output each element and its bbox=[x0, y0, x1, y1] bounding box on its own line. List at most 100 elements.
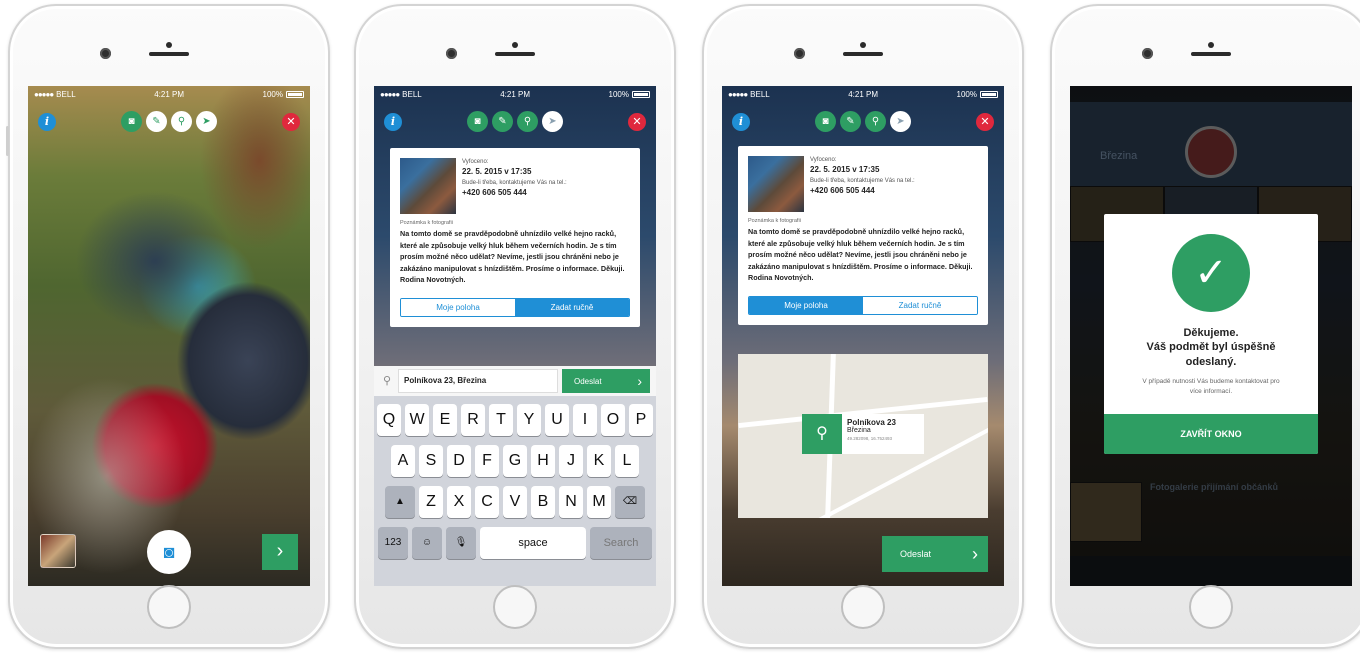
signal-icon: ●●●●● bbox=[728, 89, 748, 99]
clock: 4:21 PM bbox=[154, 89, 185, 99]
key[interactable]: X bbox=[447, 486, 471, 518]
front-camera bbox=[860, 42, 866, 48]
key[interactable]: F bbox=[475, 445, 499, 477]
signal-icon: ●●●●● bbox=[34, 89, 54, 99]
report-photo-thumbnail bbox=[400, 158, 456, 214]
report-card: Vyfoceno: 22. 5. 2015 v 17:35 Bude-li tř… bbox=[390, 148, 640, 327]
home-button[interactable] bbox=[841, 585, 885, 629]
camera-lens bbox=[446, 48, 457, 59]
close-button[interactable]: ✕ bbox=[976, 113, 994, 131]
key[interactable]: V bbox=[503, 486, 527, 518]
clock: 4:21 PM bbox=[848, 89, 879, 99]
speaker bbox=[1191, 52, 1231, 56]
close-button[interactable]: ✕ bbox=[282, 113, 300, 131]
my-location-option[interactable]: Moje poloha bbox=[401, 298, 515, 316]
manual-location-option[interactable]: Zadat ručně bbox=[863, 296, 977, 314]
send-step-icon[interactable]: ➤ bbox=[890, 111, 911, 132]
sent-date: 22. 5. 2015 v 17:35 bbox=[810, 165, 880, 175]
key[interactable]: U bbox=[545, 404, 569, 436]
volume-button bbox=[6, 126, 9, 156]
info-button[interactable]: i bbox=[732, 113, 750, 131]
next-button[interactable]: › bbox=[262, 534, 298, 570]
report-meta: Vyfoceno: 22. 5. 2015 v 17:35 Bude-li tř… bbox=[462, 158, 567, 214]
manual-location-option[interactable]: Zadat ručně bbox=[515, 298, 629, 316]
location-step-icon[interactable]: ⚲ bbox=[517, 111, 538, 132]
key[interactable]: Z bbox=[419, 486, 443, 518]
home-button[interactable] bbox=[147, 585, 191, 629]
phone-4: Březina Fotogalerie přijímání občánků ✓ … bbox=[1050, 4, 1360, 649]
photo-preview bbox=[28, 86, 310, 586]
key[interactable]: I bbox=[573, 404, 597, 436]
edit-step-icon[interactable]: ✎ bbox=[146, 111, 167, 132]
key[interactable]: K bbox=[587, 445, 611, 477]
key[interactable]: B bbox=[531, 486, 555, 518]
key[interactable]: G bbox=[503, 445, 527, 477]
location-step-icon[interactable]: ⚲ bbox=[171, 111, 192, 132]
shift-key[interactable]: ▲ bbox=[385, 486, 415, 518]
camera-lens bbox=[794, 48, 805, 59]
close-button[interactable]: ✕ bbox=[628, 113, 646, 131]
key[interactable]: Y bbox=[517, 404, 541, 436]
edit-step-icon[interactable]: ✎ bbox=[840, 111, 861, 132]
thanks-line-2: Váš podmět byl úspěšně bbox=[1146, 341, 1276, 354]
edit-step-icon[interactable]: ✎ bbox=[492, 111, 513, 132]
emoji-key[interactable]: ☺ bbox=[412, 527, 442, 559]
key[interactable]: C bbox=[475, 486, 499, 518]
space-key[interactable]: space bbox=[480, 527, 586, 559]
key[interactable]: A bbox=[391, 445, 415, 477]
camera-step-icon[interactable]: ◙ bbox=[467, 111, 488, 132]
key[interactable]: N bbox=[559, 486, 583, 518]
key[interactable]: H bbox=[531, 445, 555, 477]
camera-step-icon[interactable]: ◙ bbox=[121, 111, 142, 132]
toolbar: i ◙ ✎ ⚲ ➤ ✕ bbox=[374, 111, 656, 133]
front-camera bbox=[1208, 42, 1214, 48]
keyboard-row-1: Q W E R T Y U I O P bbox=[377, 404, 653, 436]
thanks-line-1: Děkujeme. bbox=[1183, 327, 1239, 339]
send-step-icon[interactable]: ➤ bbox=[542, 111, 563, 132]
microphone-key[interactable]: 🎙 bbox=[446, 527, 476, 559]
home-button[interactable] bbox=[493, 585, 537, 629]
close-window-button[interactable]: ZAVŘÍT OKNO bbox=[1104, 414, 1318, 455]
speaker bbox=[843, 52, 883, 56]
sent-label: Vyfoceno: bbox=[810, 157, 837, 163]
gallery-thumbnail[interactable] bbox=[40, 534, 76, 568]
backspace-key[interactable]: ⌫ bbox=[615, 486, 645, 518]
my-location-option[interactable]: Moje poloha bbox=[749, 296, 863, 314]
key[interactable]: O bbox=[601, 404, 625, 436]
info-button[interactable]: i bbox=[38, 113, 56, 131]
key[interactable]: Q bbox=[377, 404, 401, 436]
map-town: Březina bbox=[847, 427, 871, 434]
location-step-icon[interactable]: ⚲ bbox=[865, 111, 886, 132]
key[interactable]: R bbox=[461, 404, 485, 436]
key[interactable]: L bbox=[615, 445, 639, 477]
shutter-button[interactable]: ◙ bbox=[147, 530, 191, 574]
home-button[interactable] bbox=[1189, 585, 1233, 629]
numbers-key[interactable]: 123 bbox=[378, 527, 408, 559]
send-button[interactable]: Odeslat › bbox=[562, 369, 650, 393]
send-step-icon[interactable]: ➤ bbox=[196, 111, 217, 132]
sent-date: 22. 5. 2015 v 17:35 bbox=[462, 167, 532, 177]
toolbar: i ◙ ✎ ⚲ ➤ ✕ bbox=[28, 111, 310, 133]
battery-label: 100% bbox=[262, 89, 283, 99]
address-input[interactable]: Polníkova 23, Březina bbox=[398, 369, 558, 393]
info-button[interactable]: i bbox=[384, 113, 402, 131]
camera-step-icon[interactable]: ◙ bbox=[815, 111, 836, 132]
key[interactable]: M bbox=[587, 486, 611, 518]
phone-number: +420 606 505 444 bbox=[462, 187, 527, 197]
key[interactable]: D bbox=[447, 445, 471, 477]
speaker bbox=[149, 52, 189, 56]
send-button[interactable]: Odeslat › bbox=[882, 536, 988, 572]
key[interactable]: J bbox=[559, 445, 583, 477]
address-row: ⚲ Polníkova 23, Březina Odeslat › bbox=[374, 366, 656, 396]
key[interactable]: W bbox=[405, 404, 429, 436]
key[interactable]: P bbox=[629, 404, 653, 436]
key[interactable]: E bbox=[433, 404, 457, 436]
note-label: Poznámka k fotografii bbox=[400, 220, 453, 226]
key[interactable]: T bbox=[489, 404, 513, 436]
key[interactable]: S bbox=[419, 445, 443, 477]
toolbar: i ◙ ✎ ⚲ ➤ ✕ bbox=[722, 111, 1004, 133]
map[interactable]: ⚲ Polníkova 23 Březina 49.282098, 16.752… bbox=[738, 354, 988, 518]
note-text: Na tomto domě se pravděpodobně uhnízdilo… bbox=[748, 227, 973, 283]
search-key[interactable]: Search bbox=[590, 527, 652, 559]
report-card: Vyfoceno: 22. 5. 2015 v 17:35 Bude-li tř… bbox=[738, 146, 988, 325]
